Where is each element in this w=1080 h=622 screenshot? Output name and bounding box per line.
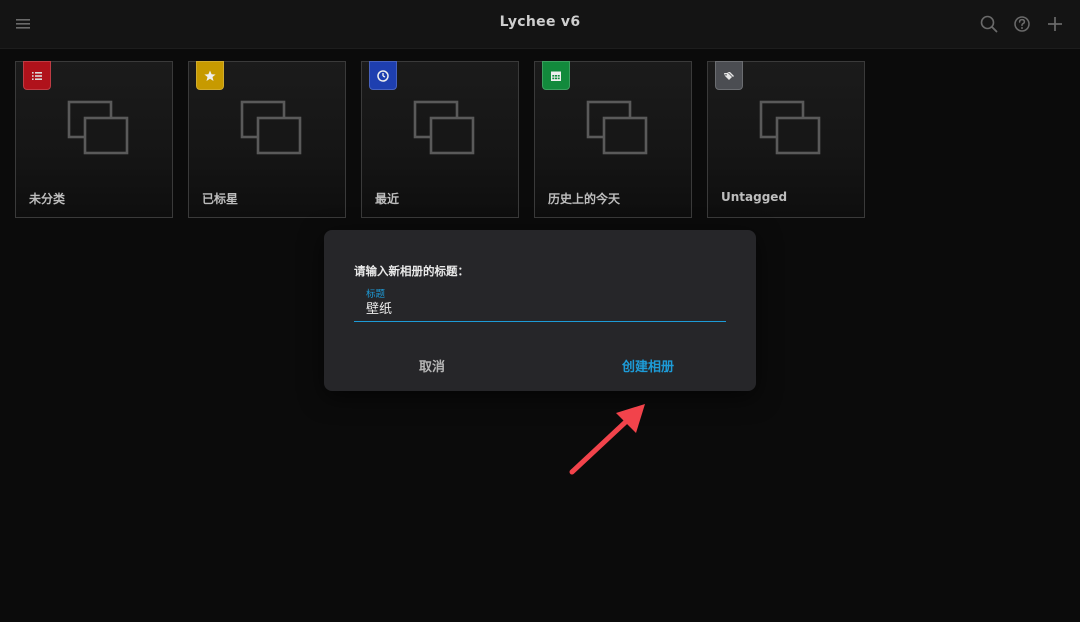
album-badge — [23, 61, 51, 90]
arrow-icon — [569, 404, 645, 475]
cancel-button[interactable]: 取消 — [324, 356, 540, 375]
album-label: 最近 — [375, 192, 400, 206]
album-placeholder-icon — [413, 100, 475, 155]
album-label: 已标星 — [202, 192, 239, 206]
plus-icon — [1048, 17, 1062, 31]
album-unsorted[interactable]: 未分类 — [15, 61, 173, 218]
new-album-dialog: 请输入新相册的标题： 标题 取消 创建相册 — [324, 230, 756, 391]
album-starred[interactable]: 已标星 — [188, 61, 346, 218]
clock-icon — [377, 69, 389, 82]
album-label: 未分类 — [29, 192, 66, 206]
album-placeholder-icon — [586, 100, 648, 155]
album-on-this-day[interactable]: 历史上的今天 — [534, 61, 692, 218]
calendar-icon — [551, 71, 561, 81]
search-icon — [980, 15, 998, 33]
tags-icon — [724, 71, 734, 80]
album-recent[interactable]: 最近 — [361, 61, 519, 218]
dialog-prompt: 请输入新相册的标题： — [354, 264, 469, 278]
search-button[interactable] — [978, 13, 1000, 35]
create-album-button[interactable]: 创建相册 — [540, 356, 756, 375]
title-input[interactable] — [366, 296, 706, 318]
album-placeholder-icon — [759, 100, 821, 155]
app-window: Lychee v6 未分类 已标星 最近 历史上的今天 Untagged 请输入… — [0, 0, 1080, 622]
album-placeholder-icon — [240, 100, 302, 155]
album-badge — [542, 61, 570, 90]
help-button[interactable] — [1011, 13, 1033, 35]
help-icon — [1014, 16, 1030, 32]
album-label: Untagged — [721, 190, 788, 204]
header-bar: Lychee v6 — [0, 0, 1080, 49]
list-icon — [32, 71, 42, 80]
album-label: 历史上的今天 — [548, 192, 621, 206]
album-badge — [715, 61, 743, 90]
add-button[interactable] — [1044, 13, 1066, 35]
title-field — [354, 294, 726, 322]
album-placeholder-icon — [67, 100, 129, 155]
album-badge — [196, 61, 224, 90]
star-icon — [204, 70, 216, 81]
app-title: Lychee v6 — [499, 14, 581, 30]
album-untagged[interactable]: Untagged — [707, 61, 865, 218]
album-badge — [369, 61, 397, 90]
